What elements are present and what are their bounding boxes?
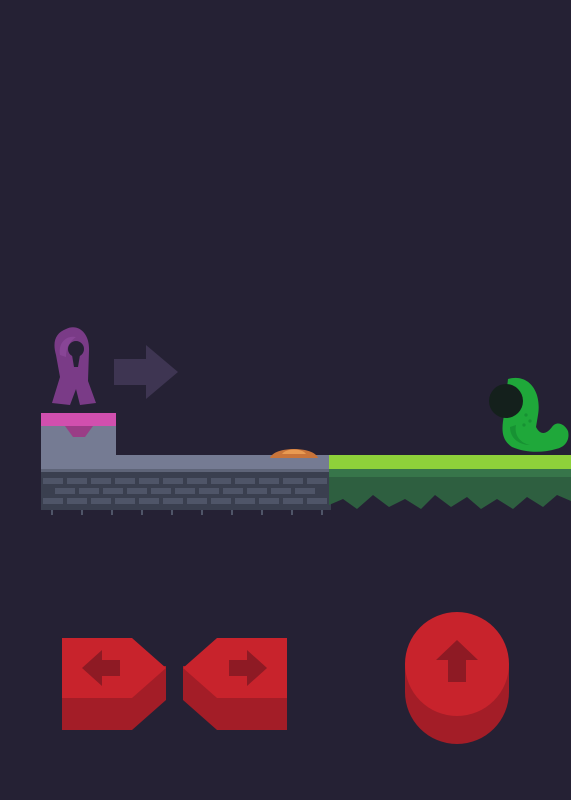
move-left-button[interactable] [60, 636, 168, 732]
stone-floor [41, 455, 331, 515]
grass-floor [329, 455, 571, 509]
jump-button[interactable] [402, 612, 512, 748]
game-stage [0, 0, 571, 800]
player-character [52, 327, 96, 405]
right-arrow-hint-icon [114, 345, 178, 399]
move-right-button[interactable] [181, 636, 289, 732]
green-worm-monster [489, 377, 569, 452]
pressure-plate [270, 449, 318, 458]
